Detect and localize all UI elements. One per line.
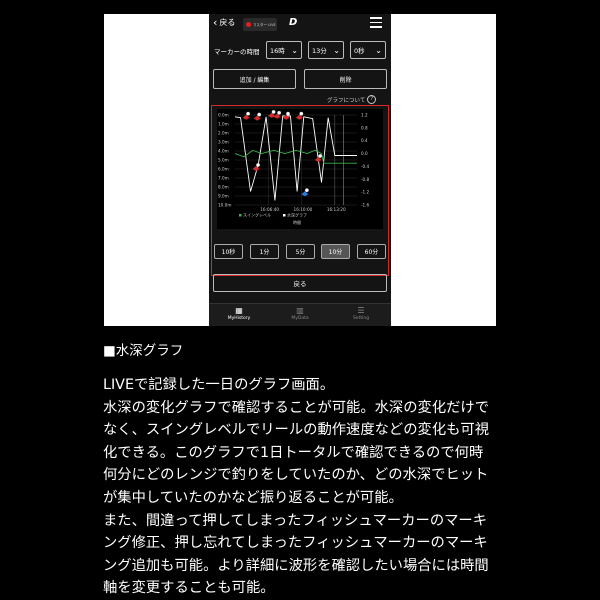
depth-chart-svg: 0.0m 1.0m 2.0m 3.0m 4.0m 5.0m 6.0m 7.0m 8.0m 9.0m…: [218, 109, 370, 225]
marker-time-row: マーカーの時間 16時 ⌄ 13分 ⌄ 0秒 ⌄: [209, 41, 391, 61]
chevron-left-icon: ‹: [213, 16, 218, 29]
caption-line: 軸を変更することも可能。: [103, 580, 275, 597]
marker-badge: [257, 112, 262, 117]
right-axis-tick: -1.6: [361, 203, 370, 208]
zoom-button-10m[interactable]: 10分: [321, 244, 350, 259]
live-badge-text: マスター LIVE: [253, 22, 276, 27]
zoom-button-1m[interactable]: 1分: [250, 244, 279, 259]
right-axis-tick: 0.8: [361, 125, 368, 130]
caption-heading: ■水深グラフ: [103, 343, 184, 359]
depth-line: [234, 115, 357, 201]
right-axis-tick: -0.8: [361, 177, 370, 182]
time-zoom-row: 10秒 1分 5分 10分 60分: [214, 244, 386, 260]
minute-select[interactable]: 13分 ⌄: [308, 41, 344, 59]
right-axis-tick: -0.4: [361, 164, 370, 169]
left-axis-tick: 1.0m: [218, 122, 229, 127]
marker-badge: [246, 111, 251, 116]
right-axis-tick: 1.2: [361, 113, 368, 118]
depth-graph[interactable]: 0.0m 1.0m 2.0m 3.0m 4.0m 5.0m 6.0m 7.0m 8.0m 9.0m…: [217, 109, 383, 229]
swing-level-line: [234, 149, 357, 164]
left-axis-tick: 10.0m: [218, 203, 231, 208]
zoom-button-10s[interactable]: 10秒: [214, 244, 243, 259]
marker-badge: [271, 109, 276, 114]
chevron-down-icon: ⌄: [333, 45, 340, 55]
chevron-down-icon: ⌄: [291, 45, 298, 55]
x-axis-label: 時間: [293, 219, 301, 225]
top-bar: ‹ 戻る マスター LIVE D: [209, 14, 391, 36]
left-axis-tick: 3.0m: [218, 140, 229, 145]
marker-badge: [286, 111, 290, 116]
hour-select[interactable]: 16時 ⌄: [266, 41, 302, 59]
left-axis-tick: 5.0m: [218, 158, 229, 163]
live-badge: マスター LIVE: [243, 18, 277, 31]
record-dot-icon: [246, 22, 251, 27]
hamburger-menu-icon[interactable]: [370, 17, 382, 28]
caption-line: が集中していたのかなど振り返ることが可能。: [103, 489, 403, 506]
action-row: 追加 / 編集 削除: [213, 69, 387, 89]
right-axis-tick: 0.4: [361, 138, 368, 143]
left-axis-tick: 7.0m: [218, 176, 229, 181]
back-button[interactable]: ‹ 戻る: [213, 17, 235, 28]
left-axis-tick: 8.0m: [218, 185, 229, 190]
caption-line: LIVEで記録した一日のグラフ画面。: [103, 377, 335, 393]
left-axis-tick: 2.0m: [218, 131, 229, 136]
marker-badge: [304, 188, 309, 193]
legend-swatch: [283, 214, 286, 217]
right-axis-tick: 0.0: [361, 151, 368, 156]
settings-icon: ☰: [357, 306, 365, 315]
marker-badge: [256, 163, 261, 167]
second-select[interactable]: 0秒 ⌄: [350, 41, 386, 59]
graph-info-label: グラフについて: [327, 97, 366, 104]
legend-entry: 水深グラフ: [287, 212, 307, 218]
caption-line: なく、スイングレベルでリールの動作速度などの変化も可視: [103, 422, 490, 439]
caption-line: また、間違って押してしまったフィッシュマーカーのマーキ: [103, 512, 488, 529]
graph-frame: 0.0m 1.0m 2.0m 3.0m 4.0m 5.0m 6.0m 7.0m 8.0m 9.0m…: [211, 105, 389, 276]
left-axis-tick: 9.0m: [218, 194, 229, 199]
phone-screen: ‹ 戻る マスター LIVE D マーカーの時間 16時 ⌄ 13分 ⌄ 0秒 ⌄ 追…: [209, 14, 391, 326]
graph-info-link[interactable]: グラフについて ?: [327, 95, 377, 104]
nav-myhistory[interactable]: ▦ MyHistory: [209, 306, 269, 321]
left-axis-tick: 0.0m: [218, 113, 229, 118]
marker-time-label: マーカーの時間: [214, 48, 260, 56]
x-axis-tick: 16:13:20: [327, 207, 346, 212]
daiwa-logo: D: [289, 17, 297, 28]
nav-label: MyHistory: [227, 316, 251, 321]
marker-badge: [277, 110, 282, 115]
left-axis-tick: 6.0m: [218, 167, 229, 172]
bar-chart-icon: ▥: [296, 306, 304, 315]
nav-label: Setting: [352, 316, 370, 321]
caption-line: 化できる。このグラフで1日トータルで確認できるので何時: [103, 444, 484, 461]
x-axis-tick: 16:06:40: [260, 207, 279, 212]
zoom-button-60m[interactable]: 60分: [357, 244, 386, 259]
legend-entry: スイングレベル: [243, 212, 271, 218]
second-value: 0秒: [354, 47, 365, 55]
delete-button[interactable]: 削除: [304, 69, 387, 89]
nav-label: MyData: [291, 316, 309, 321]
hour-value: 16時: [270, 47, 285, 55]
caption-line: ング追加も可能。より詳細に波形を確認したい場合には時間: [103, 557, 489, 574]
zoom-button-5m[interactable]: 5分: [286, 244, 315, 259]
nav-setting[interactable]: ☰ Setting: [331, 306, 391, 321]
left-axis-tick: 4.0m: [218, 149, 229, 154]
right-photo-background: [391, 14, 496, 326]
right-axis-tick: -1.2: [361, 190, 370, 195]
help-icon: ?: [367, 95, 377, 104]
add-edit-button[interactable]: 追加 / 編集: [213, 69, 296, 89]
caption-line: ング修正、押し忘れてしまったフィッシュマーカーのマーキ: [103, 535, 488, 552]
minute-value: 13分: [312, 47, 327, 55]
legend-swatch: [239, 214, 242, 217]
caption-line: 何分にどのレンジで釣りをしていたのか、どの水深でヒット: [103, 467, 489, 484]
marker-badge: [299, 111, 304, 116]
caption-line: 水深の変化グラフで確認することが可能。水深の変化だけで: [103, 399, 490, 416]
return-button[interactable]: 戻る: [213, 274, 387, 292]
marker-badge: [318, 154, 323, 158]
calendar-icon: ▦: [235, 306, 243, 315]
chevron-down-icon: ⌄: [375, 45, 382, 55]
nav-mydata[interactable]: ▥ MyData: [270, 306, 330, 321]
back-label: 戻る: [219, 18, 236, 27]
bottom-nav: ▦ MyHistory ▥ MyData ☰ Setting: [209, 303, 391, 326]
caption-body: LIVEで記録した一日のグラフ画面。 水深の変化グラフで確認することが可能。水深…: [103, 374, 503, 600]
x-axis-tick: 16:10:00: [294, 207, 313, 212]
left-photo-background: [104, 14, 209, 326]
